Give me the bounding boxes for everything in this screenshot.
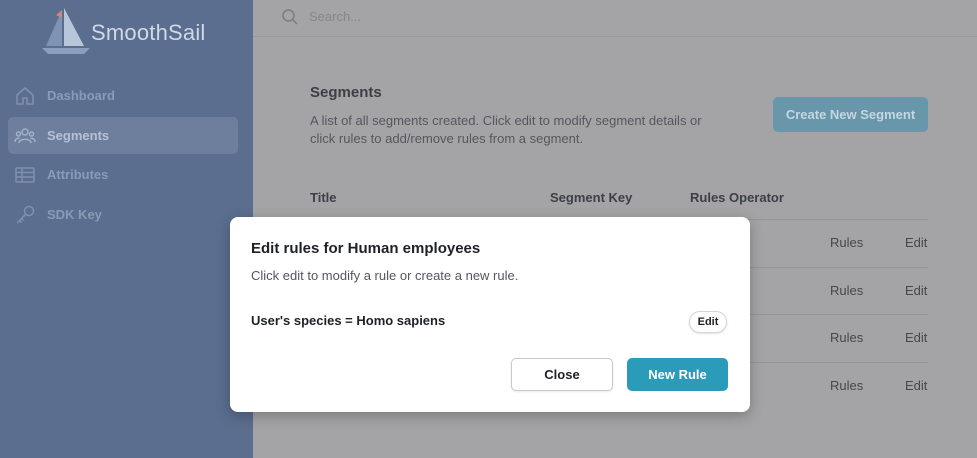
column-header-segment-key: Segment Key <box>550 190 633 205</box>
close-button[interactable]: Close <box>511 358 613 391</box>
row-edit-link[interactable]: Edit <box>905 330 927 345</box>
home-icon <box>16 86 34 105</box>
sidebar-item-label: Segments <box>47 127 110 143</box>
sailboat-icon <box>42 8 90 54</box>
edit-rules-modal: Edit rules for Human employees Click edi… <box>230 217 750 412</box>
row-rules-link[interactable]: Rules <box>830 235 863 250</box>
column-header-rules-operator: Rules Operator <box>690 190 784 205</box>
rule-edit-button[interactable]: Edit <box>689 311 727 333</box>
page-description: A list of all segments created. Click ed… <box>310 113 702 146</box>
sidebar-item-segments[interactable]: Segments <box>8 116 238 154</box>
brand-logo[interactable]: SmoothSail <box>40 6 240 56</box>
sidebar-item-attributes[interactable]: Attributes <box>8 156 238 193</box>
create-new-segment-button[interactable]: Create New Segment <box>773 97 928 132</box>
sidebar-item-label: Dashboard <box>47 88 115 103</box>
row-edit-link[interactable]: Edit <box>905 235 927 250</box>
new-rule-button[interactable]: New Rule <box>627 358 728 391</box>
sidebar-item-sdk-key[interactable]: SDK Key <box>8 196 238 233</box>
key-icon <box>16 205 35 224</box>
sidebar-item-dashboard[interactable]: Dashboard <box>8 77 238 114</box>
row-edit-link[interactable]: Edit <box>905 378 927 393</box>
table-icon <box>15 167 35 183</box>
sidebar-item-label: Attributes <box>47 167 109 182</box>
modal-title: Edit rules for Human employees <box>251 240 481 257</box>
modal-description: Click edit to modify a rule or create a … <box>251 268 519 283</box>
rule-text: User's species = Homo sapiens <box>251 313 446 328</box>
column-header-title: Title <box>310 190 337 205</box>
row-rules-link[interactable]: Rules <box>830 378 863 393</box>
brand-name: SmoothSail <box>91 20 206 45</box>
search-icon <box>282 9 298 25</box>
search-bar <box>281 6 581 30</box>
sidebar-item-label: SDK Key <box>47 206 102 222</box>
sidebar-nav: Dashboard Segments Attributes SDK Key <box>8 77 238 235</box>
sidebar: SmoothSail Dashboard Segments Attributes… <box>0 0 253 458</box>
row-rules-link[interactable]: Rules <box>830 283 863 298</box>
search-input[interactable] <box>309 9 549 24</box>
header-divider <box>253 36 977 37</box>
users-icon <box>14 127 36 143</box>
page-title: Segments <box>310 84 382 101</box>
row-rules-link[interactable]: Rules <box>830 330 863 345</box>
row-edit-link[interactable]: Edit <box>905 283 927 298</box>
